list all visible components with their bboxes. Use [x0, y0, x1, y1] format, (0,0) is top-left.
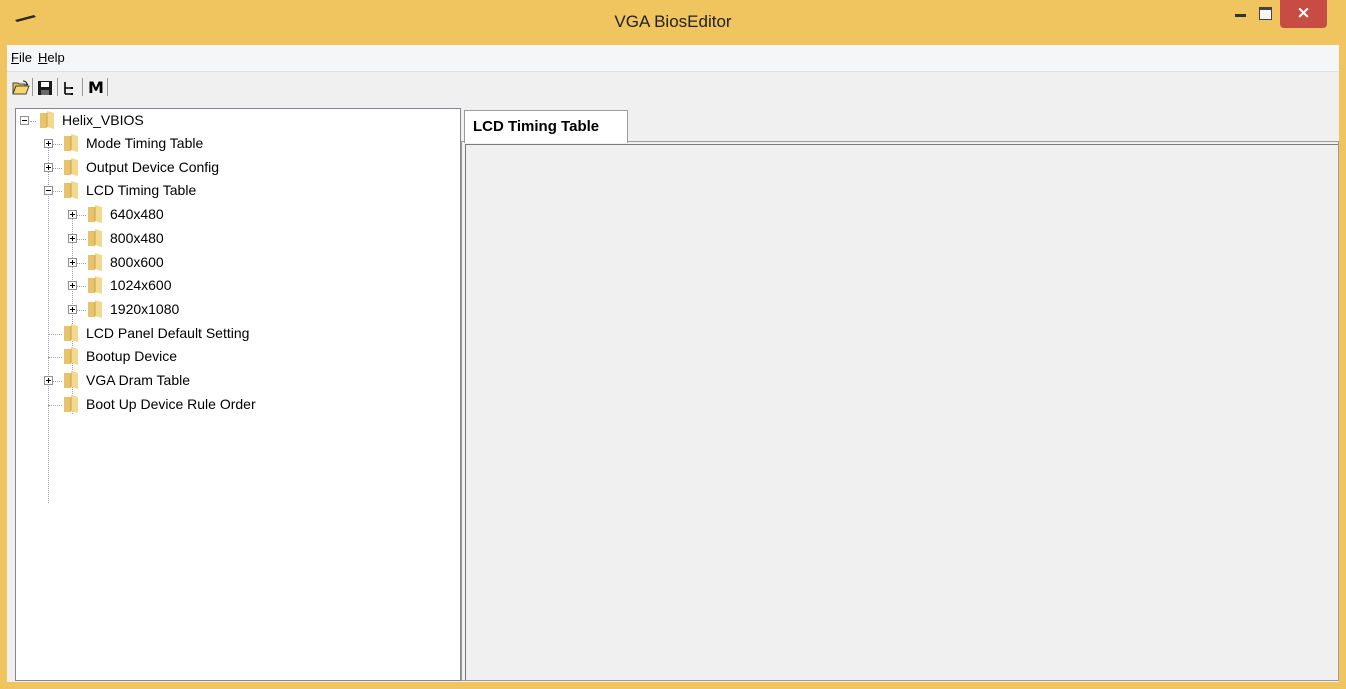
maximize-button[interactable] — [1254, 0, 1278, 28]
tree-line — [48, 404, 62, 406]
expand-icon[interactable] — [68, 281, 77, 291]
client-area: File Help M Helix_VBIOS Mode Timing Tabl… — [7, 45, 1339, 682]
tree-node-label: 640x480 — [110, 206, 164, 223]
tree-node-label: 800x600 — [110, 253, 164, 270]
expand-icon[interactable] — [44, 162, 53, 172]
menu-help-mnemonic: H — [38, 50, 48, 65]
minimize-icon — [1235, 14, 1246, 17]
minimize-button[interactable] — [1228, 0, 1254, 28]
save-button[interactable] — [34, 77, 56, 99]
collapse-icon[interactable] — [44, 186, 53, 196]
save-icon — [38, 81, 52, 95]
menu-help[interactable]: Help — [38, 50, 65, 65]
content-area: LCD Timing Table — [461, 108, 1339, 681]
expand-icon[interactable] — [68, 257, 77, 267]
tree-node-label: 1920x1080 — [110, 300, 180, 317]
expand-icon[interactable] — [44, 139, 53, 148]
expand-icon[interactable] — [68, 233, 77, 243]
folder-icon — [88, 299, 102, 318]
folder-icon — [64, 157, 78, 176]
window-title: VGA BiosEditor — [614, 12, 732, 31]
expand-icon[interactable] — [44, 376, 53, 385]
expand-icon[interactable] — [68, 304, 77, 314]
folder-icon — [64, 347, 78, 366]
folder-icon — [64, 394, 78, 413]
tree-node-label: VGA Dram Table — [86, 372, 191, 388]
maximize-icon — [1259, 7, 1272, 20]
folder-icon — [88, 228, 102, 247]
tab-lcd-timing-table[interactable]: LCD Timing Table — [464, 110, 628, 143]
menu-file-label: ile — [18, 50, 32, 65]
title-bar[interactable]: VGA BiosEditor × — [0, 0, 1346, 44]
tree-view-icon — [64, 82, 73, 95]
folder-icon — [88, 276, 102, 295]
folder-icon — [64, 181, 78, 200]
folder-icon — [88, 205, 102, 224]
menu-help-label: elp — [47, 50, 65, 65]
expand-icon[interactable] — [68, 210, 77, 220]
tree-view-button[interactable] — [59, 77, 81, 99]
open-button[interactable] — [9, 77, 31, 99]
folder-icon — [64, 371, 78, 389]
close-button[interactable]: × — [1280, 0, 1327, 28]
app-window: VGA BiosEditor × File Help M Helix_VBIOS… — [0, 0, 1346, 689]
folder-icon — [88, 252, 102, 271]
tree-node-label: LCD Panel Default Setting — [86, 324, 250, 341]
menu-bar: File Help — [7, 45, 1339, 72]
toolbar-separator — [32, 78, 33, 96]
tree-node-label: 800x480 — [110, 229, 164, 246]
folder-icon — [64, 323, 78, 342]
tree-line — [30, 121, 36, 122]
close-icon: × — [1296, 3, 1311, 23]
folder-icon — [64, 134, 78, 152]
m-icon: M — [88, 78, 104, 97]
tab-label: LCD Timing Table — [473, 118, 600, 135]
tab-panel — [461, 141, 1339, 681]
tree-node-label: 1024x600 — [110, 277, 172, 294]
menu-file-mnemonic: F — [11, 50, 19, 65]
tree-line — [48, 333, 62, 335]
tree-line — [48, 357, 62, 359]
tree-node-label: Helix_VBIOS — [62, 112, 144, 128]
menu-file[interactable]: File — [11, 50, 32, 65]
toolbar-separator — [107, 78, 108, 96]
tree-node-label: Mode Timing Table — [86, 135, 204, 151]
open-folder-icon — [12, 80, 30, 95]
toolbar: M — [7, 72, 1339, 104]
tree-node-label: Bootup Device — [86, 348, 178, 365]
tab-panel-body — [465, 144, 1338, 680]
collapse-icon[interactable] — [20, 116, 29, 125]
bios-tree-view[interactable]: Helix_VBIOS Mode Timing Table Output Devi… — [15, 108, 461, 681]
folder-icon — [40, 111, 54, 129]
toolbar-separator — [57, 78, 58, 96]
tree-line — [48, 142, 49, 503]
m-button[interactable]: M — [84, 77, 106, 99]
toolbar-separator — [82, 78, 83, 96]
tree-node-label: Output Device Config — [86, 158, 220, 175]
tree-node-label: LCD Timing Table — [86, 182, 197, 199]
tree-node-label: Boot Up Device Rule Order — [86, 395, 256, 412]
